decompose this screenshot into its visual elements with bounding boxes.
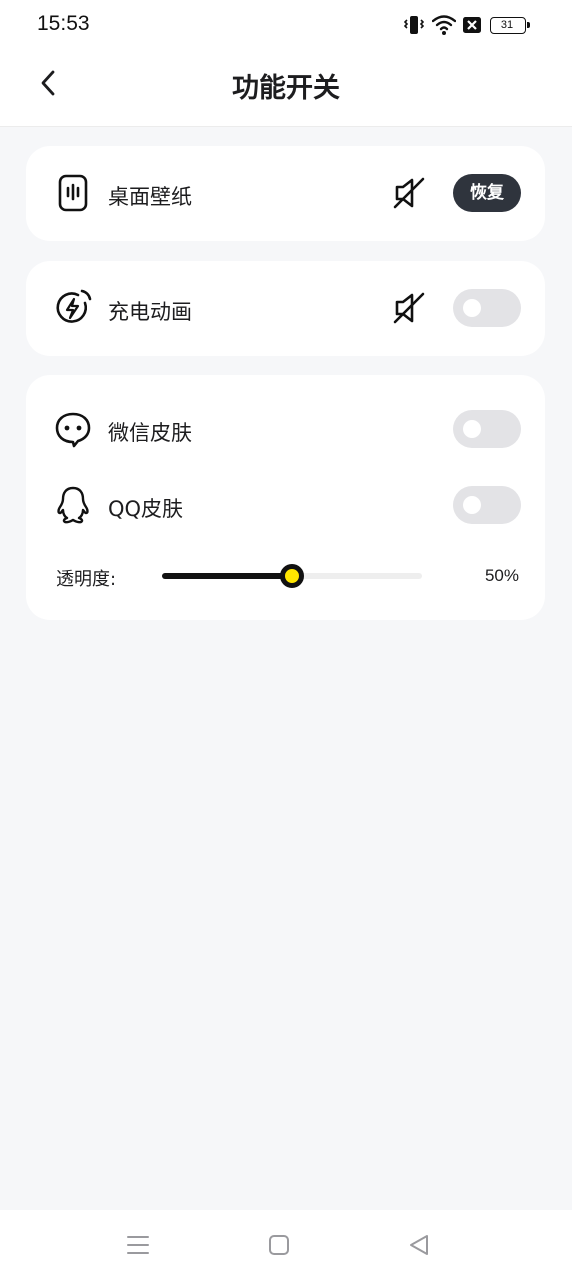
home-square-icon[interactable] — [266, 1232, 292, 1258]
wechat-toggle[interactable] — [453, 410, 521, 448]
opacity-slider[interactable] — [162, 564, 422, 588]
back-triangle-icon[interactable] — [406, 1232, 432, 1258]
opacity-value: 50% — [484, 566, 519, 585]
charging-toggle[interactable] — [453, 289, 521, 327]
status-time: 15:53 — [37, 12, 90, 35]
qq-label: QQ皮肤 — [108, 497, 184, 521]
wifi-icon — [432, 15, 456, 35]
battery-level: 31 — [500, 19, 514, 31]
navigation-bar — [0, 1210, 572, 1280]
muted-icon — [393, 292, 425, 324]
battery-icon: 31 — [490, 17, 530, 34]
wechat-chat-icon — [55, 412, 91, 448]
qq-penguin-icon — [57, 486, 89, 524]
screen: 15:53 31 功能开关 桌面壁纸 恢复 充电动画 微信皮肤 QQ皮肤 透明度… — [0, 0, 572, 1280]
status-icons: 31 — [404, 14, 530, 36]
wechat-label: 微信皮肤 — [108, 421, 192, 445]
menu-icon[interactable] — [125, 1232, 151, 1258]
charging-card: 充电动画 — [26, 261, 545, 356]
header: 功能开关 — [0, 50, 572, 127]
toggle-knob — [463, 420, 481, 438]
restore-button[interactable]: 恢复 — [453, 174, 521, 212]
slider-fill — [162, 573, 292, 579]
sim-no-signal-icon — [463, 17, 481, 33]
toggle-knob — [463, 299, 481, 317]
wallpaper-label: 桌面壁纸 — [108, 185, 192, 209]
opacity-label: 透明度: — [56, 569, 117, 590]
skins-card: 微信皮肤 QQ皮肤 透明度: 50% — [26, 375, 545, 620]
phone-wallpaper-icon — [58, 174, 88, 212]
page-title: 功能开关 — [232, 73, 340, 104]
vibrate-icon — [404, 16, 424, 34]
muted-icon — [393, 177, 425, 209]
wallpaper-card: 桌面壁纸 恢复 — [26, 146, 545, 241]
qq-toggle[interactable] — [453, 486, 521, 524]
status-bar: 15:53 31 — [0, 0, 572, 50]
charging-bolt-icon — [56, 289, 92, 323]
toggle-knob — [463, 496, 481, 514]
slider-thumb[interactable] — [280, 564, 304, 588]
charging-label: 充电动画 — [108, 300, 192, 324]
